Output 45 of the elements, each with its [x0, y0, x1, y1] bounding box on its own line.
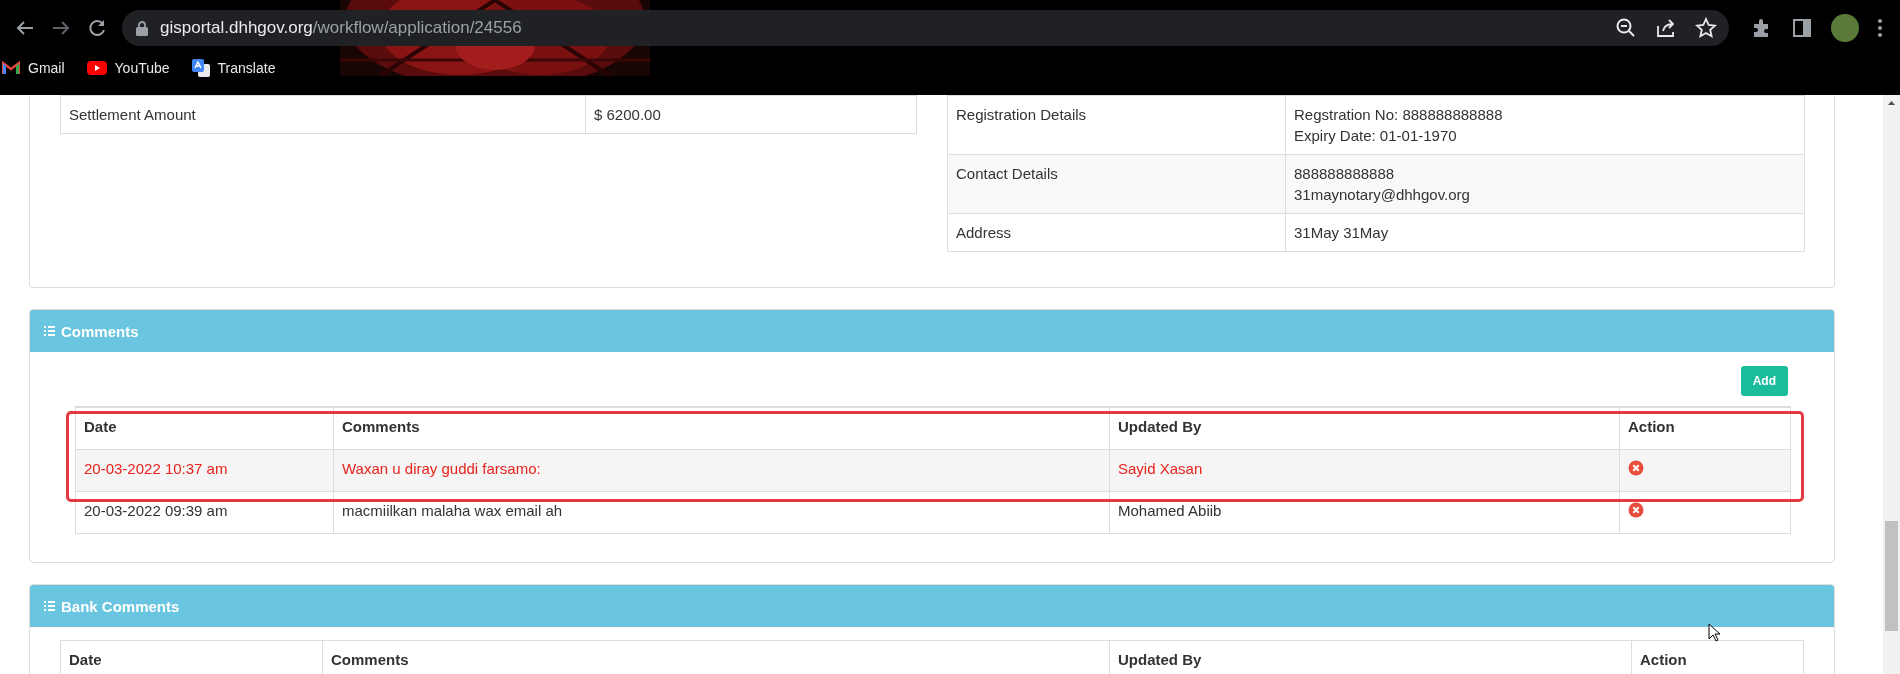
address-bar[interactable]: gisportal.dhhgov.org/workflow/application/24556 [122, 10, 1729, 46]
field-value: 31maynotary@dhhgov.org [1294, 185, 1471, 205]
field-value: 31May 31May [1294, 223, 1390, 243]
field-label: Settlement Amount [69, 105, 197, 125]
table-cell-text: 20-03-2022 09:39 am [83, 501, 229, 521]
avatar[interactable] [1831, 14, 1859, 42]
play-icon [86, 61, 107, 75]
table-cell: Mohamed Abiib [1109, 492, 1619, 533]
column-header: Updated By [1109, 641, 1631, 674]
field-label: Registration Details [956, 105, 1088, 125]
zoom-out-icon[interactable] [1615, 17, 1637, 39]
field-value: Expiry Date: 01-01-1970 [1294, 126, 1458, 146]
reload-icon[interactable] [86, 17, 108, 39]
bookmark[interactable]: Translate [191, 59, 276, 77]
star-icon[interactable] [1695, 17, 1717, 39]
field-label: Contact Details [956, 164, 1059, 184]
lock-icon [136, 20, 148, 36]
list-icon [44, 326, 55, 336]
column-header: Date [83, 417, 118, 437]
table-cell: Waxan u diray guddi farsamo: [333, 450, 1109, 491]
list-icon [44, 601, 55, 611]
column-header: Action [1631, 641, 1803, 674]
column-header: Date [68, 650, 103, 670]
scroll-thumb[interactable] [1885, 521, 1898, 631]
table-cell: macmiilkan malaha wax email ah [333, 492, 1109, 533]
bookmark[interactable]: YouTube [86, 60, 170, 76]
share-icon[interactable] [1655, 17, 1677, 39]
scrollbar[interactable] [1883, 95, 1900, 674]
field-value: Regstration No: 888888888888 [1294, 105, 1504, 125]
translate-icon [191, 59, 210, 77]
field-value: $ 6200.00 [594, 105, 662, 125]
table-cell-text: 20-03-2022 10:37 am [83, 459, 229, 479]
cursor-icon [1708, 623, 1722, 643]
menu-icon[interactable] [1877, 18, 1883, 38]
field-label: Address [956, 223, 1013, 243]
field-value: 888888888888 [1294, 164, 1396, 184]
table-cell: Sayid Xasan [1109, 450, 1619, 491]
mail-icon [2, 61, 20, 75]
delete-icon[interactable] [1628, 460, 1644, 476]
panel-title: Comments [61, 322, 139, 340]
panel-title: Bank Comments [61, 597, 180, 615]
side-panel-icon[interactable] [1791, 17, 1813, 39]
delete-icon[interactable] [1628, 502, 1644, 518]
bookmark[interactable]: Gmail [2, 60, 65, 76]
column-header: Comments [322, 641, 1109, 674]
